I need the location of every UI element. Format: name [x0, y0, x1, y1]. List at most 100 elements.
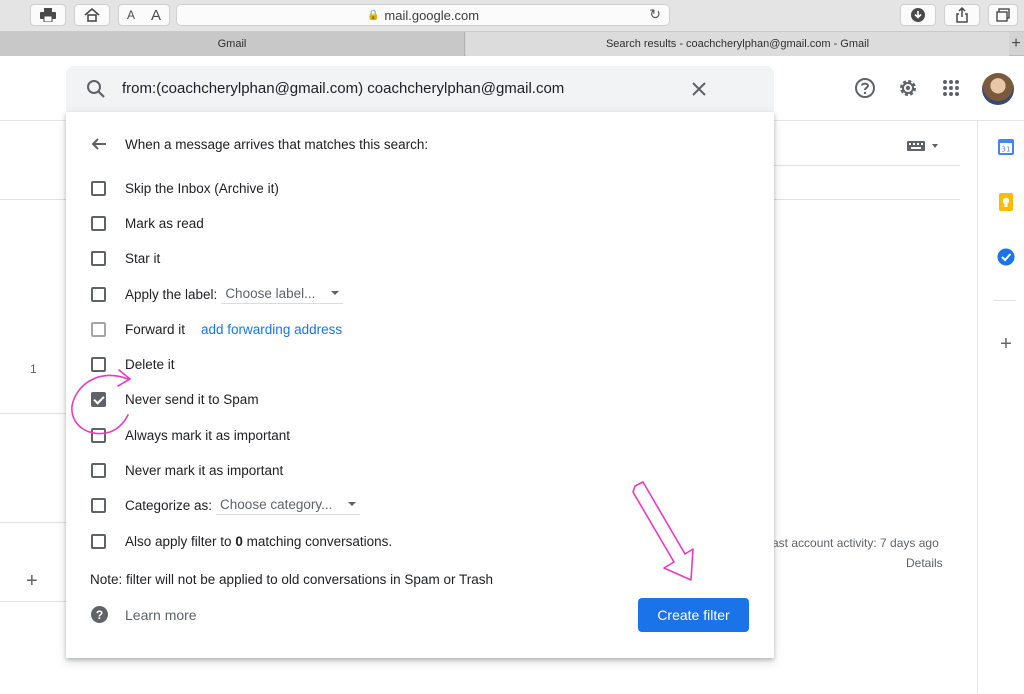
downloads-button[interactable] [900, 4, 936, 26]
checkbox[interactable] [91, 286, 106, 302]
checkbox[interactable] [91, 215, 106, 231]
filter-heading: When a message arrives that matches this… [125, 137, 429, 152]
checkbox[interactable] [91, 427, 106, 443]
filter-panel: When a message arrives that matches this… [66, 112, 774, 658]
reload-icon[interactable]: ↻ [649, 6, 661, 23]
option-skip-inbox[interactable]: Skip the Inbox (Archive it) [91, 178, 279, 198]
home-button[interactable] [74, 4, 110, 26]
calendar-icon: 31 [998, 139, 1014, 155]
tab-overview-button[interactable] [988, 4, 1018, 26]
option-apply-label[interactable]: Apply the label: Choose label... [91, 284, 344, 304]
print-button[interactable] [30, 4, 66, 26]
checkbox[interactable] [91, 356, 106, 372]
keep-app-button[interactable] [996, 192, 1016, 212]
address-text: mail.google.com [384, 7, 480, 23]
help-icon[interactable]: ? [91, 606, 108, 623]
create-filter-button[interactable]: Create filter [638, 598, 749, 632]
toolbar-divider [774, 165, 960, 166]
lock-icon: 🔒 [366, 9, 380, 21]
option-categorize[interactable]: Categorize as: Choose category... [91, 495, 361, 515]
left-divider [0, 413, 66, 414]
left-divider [0, 199, 66, 200]
option-label: Delete it [125, 356, 175, 372]
text-larger-button[interactable]: A [151, 7, 161, 24]
download-icon [911, 8, 925, 22]
checkbox[interactable] [91, 462, 106, 478]
help-circle-icon [855, 78, 875, 98]
avatar[interactable] [982, 73, 1014, 105]
option-always-important[interactable]: Always mark it as important [91, 425, 290, 445]
gear-icon [900, 80, 916, 96]
close-icon[interactable] [688, 78, 710, 100]
svg-text:31: 31 [1002, 146, 1011, 154]
option-label: Apply the label: [125, 286, 218, 302]
option-label-suffix: matching conversations. [242, 533, 393, 549]
account-activity-text: ast account activity: 7 days ago [772, 536, 939, 550]
left-divider [0, 601, 66, 602]
text-smaller-button[interactable]: A [127, 8, 135, 22]
category-select-value: Choose category... [220, 496, 333, 512]
browser-tabs: Gmail Search results - coachcherylphan@g… [0, 32, 1024, 56]
option-label: Never mark it as important [125, 462, 284, 478]
create-label-button[interactable]: + [26, 570, 38, 593]
option-label: Never send it to Spam [125, 391, 259, 407]
checkbox[interactable] [91, 180, 106, 196]
side-divider [994, 300, 1016, 301]
address-bar[interactable]: 🔒 mail.google.com ↻ [176, 4, 670, 26]
option-label: Categorize as: [125, 497, 213, 513]
share-icon [956, 7, 968, 23]
checkbox[interactable] [91, 321, 106, 337]
input-tools-button[interactable] [907, 139, 941, 151]
share-button[interactable] [944, 4, 980, 26]
search-input[interactable]: from:(coachcherylphan@gmail.com) coachch… [122, 80, 564, 97]
category-select[interactable]: Choose category... [216, 496, 361, 515]
details-link[interactable]: Details [906, 556, 943, 570]
label-select[interactable]: Choose label... [221, 285, 344, 304]
option-label: Skip the Inbox (Archive it) [125, 180, 279, 196]
label-count: 1 [30, 362, 37, 376]
option-forward[interactable]: Forward it add forwarding address [91, 319, 342, 339]
calendar-app-button[interactable]: 31 [996, 137, 1016, 157]
caret-down-icon [348, 502, 357, 506]
checkbox[interactable] [91, 250, 106, 266]
option-star[interactable]: Star it [91, 248, 160, 268]
printer-icon [40, 8, 56, 22]
search-bar[interactable]: from:(coachcherylphan@gmail.com) coachch… [66, 66, 774, 112]
tab-search-results[interactable]: Search results - coachcherylphan@gmail.c… [466, 32, 1009, 56]
apps-button[interactable] [939, 76, 963, 100]
search-icon[interactable] [85, 78, 107, 100]
matching-count: 0 [235, 533, 243, 549]
option-label-prefix: Also apply filter to [125, 533, 236, 549]
checkbox-checked[interactable] [91, 391, 106, 407]
left-divider [0, 522, 66, 523]
arrow-left-icon[interactable] [90, 135, 108, 153]
caret-down-icon [331, 291, 340, 295]
option-never-important[interactable]: Never mark it as important [91, 460, 283, 480]
add-addon-button[interactable]: + [996, 333, 1016, 355]
checkbox[interactable] [91, 497, 106, 513]
option-mark-read[interactable]: Mark as read [91, 213, 204, 233]
text-size-control[interactable]: A A [118, 4, 170, 26]
browser-toolbar: A A 🔒 mail.google.com ↻ [0, 0, 1024, 32]
support-button[interactable] [853, 76, 877, 100]
add-forwarding-link[interactable]: add forwarding address [201, 322, 342, 337]
apps-grid-icon [943, 80, 959, 96]
settings-button[interactable] [896, 76, 920, 100]
tab-gmail[interactable]: Gmail [0, 32, 465, 56]
label-select-value: Choose label... [225, 285, 316, 301]
option-label: Mark as read [125, 215, 204, 231]
option-label: Star it [125, 250, 161, 266]
option-never-spam[interactable]: Never send it to Spam [91, 389, 259, 409]
filter-note: Note: filter will not be applied to old … [90, 572, 493, 587]
keyboard-icon [907, 141, 938, 151]
option-label: Always mark it as important [125, 427, 291, 443]
tasks-app-button[interactable] [996, 247, 1016, 267]
new-tab-button[interactable]: + [1008, 32, 1024, 56]
tasks-check-icon [997, 248, 1015, 266]
lightbulb-icon [999, 193, 1013, 211]
option-delete[interactable]: Delete it [91, 354, 175, 374]
option-apply-existing[interactable]: Also apply filter to 0 matching conversa… [91, 531, 392, 551]
toolbar-divider [774, 199, 960, 200]
learn-more-link[interactable]: Learn more [125, 607, 197, 623]
checkbox[interactable] [91, 533, 106, 549]
